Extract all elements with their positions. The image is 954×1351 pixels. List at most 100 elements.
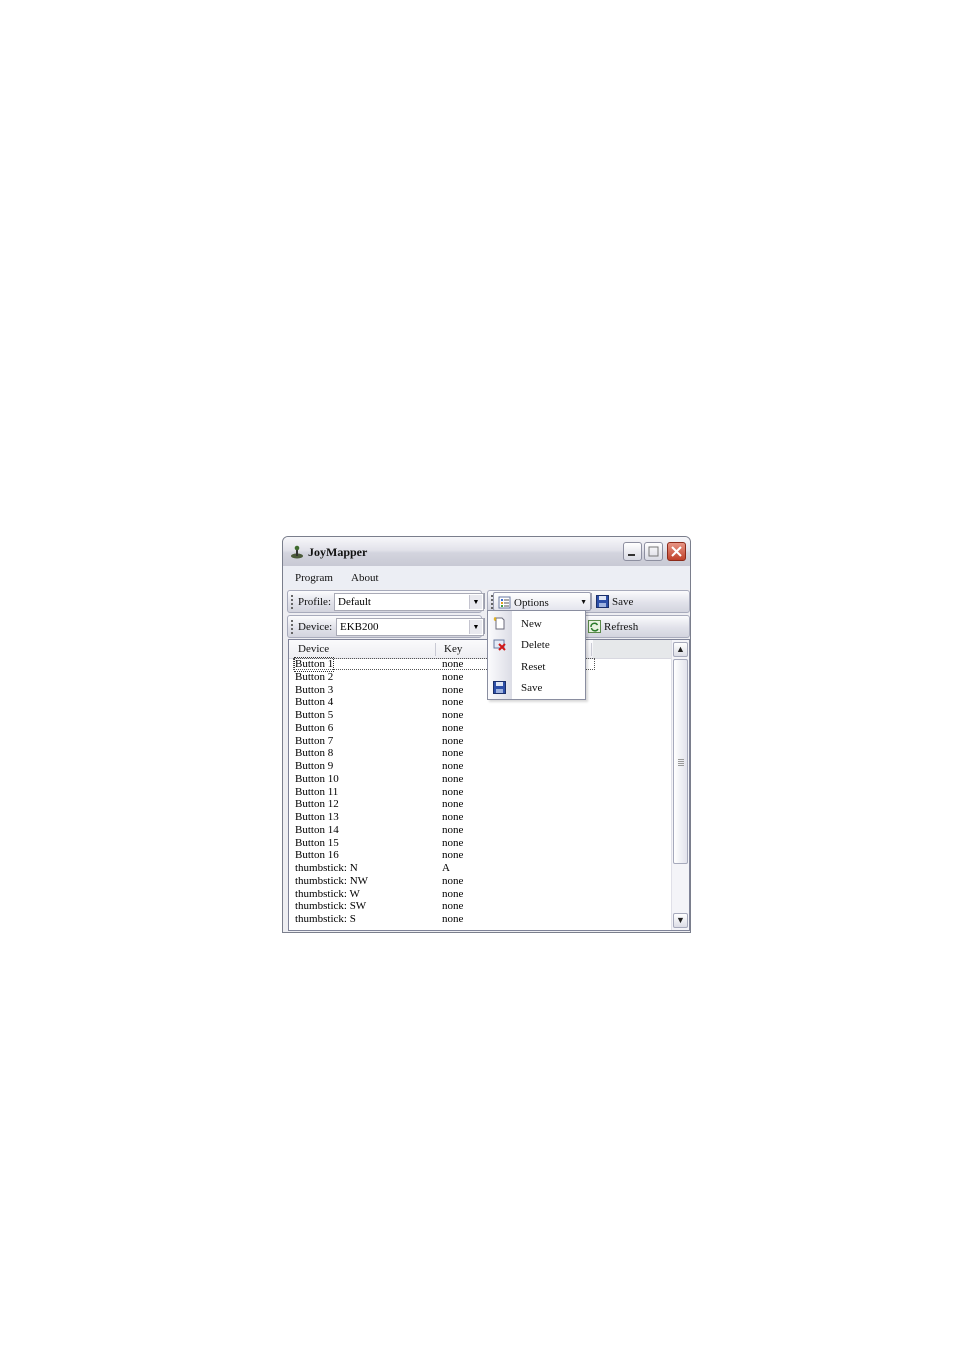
joystick-app-icon [291, 545, 303, 559]
list-item[interactable]: Button 3 none [289, 684, 674, 697]
list-item[interactable]: Button 12 none [289, 798, 674, 811]
list-item[interactable]: Button 5 none [289, 709, 674, 722]
dropdown-arrow-icon[interactable]: ▼ [469, 620, 482, 634]
list-item-device: Button 7 [295, 734, 334, 747]
list-item-device: Button 15 [295, 836, 339, 849]
list-item-key: none [442, 811, 464, 823]
vertical-scrollbar[interactable]: ▲ ▼ [671, 640, 689, 930]
list-item[interactable]: Button 7 none [289, 735, 674, 748]
options-label: Options [514, 597, 549, 609]
list-item[interactable]: Button 13 none [289, 811, 674, 824]
list-item-device: Button 6 [295, 721, 334, 734]
menu-about[interactable]: About [351, 572, 379, 584]
options-menu: New Delete Reset Save [487, 610, 586, 700]
list-item[interactable]: Button 14 none [289, 824, 674, 837]
maximize-button[interactable] [644, 542, 663, 561]
scroll-up-button[interactable]: ▲ [673, 642, 688, 657]
list-item-device: Button 3 [295, 683, 334, 696]
list-item[interactable]: thumbstick: SW none [289, 900, 674, 913]
floppy-disk-icon [596, 595, 609, 608]
options-list-icon [498, 596, 511, 609]
delete-icon [493, 639, 506, 651]
list-item-device: Button 13 [295, 811, 339, 823]
list-item[interactable]: Button 2 none [289, 671, 674, 684]
new-document-icon [493, 617, 505, 630]
list-item[interactable]: Button 8 none [289, 747, 674, 760]
device-combo[interactable]: EKB200 ▼ [336, 618, 484, 636]
list-item-key: none [442, 849, 464, 862]
list-item[interactable]: Button 4 none [289, 696, 674, 709]
list-item[interactable]: Button 10 none [289, 773, 674, 786]
list-item-key: none [442, 734, 464, 747]
refresh-button[interactable]: Refresh [586, 617, 646, 636]
options-menu-label: New [521, 618, 542, 630]
list-item[interactable]: Button 16 none [289, 849, 674, 862]
list-item[interactable]: Button 15 none [289, 837, 674, 850]
list-header-filler [593, 640, 671, 659]
list-item-key: none [442, 913, 464, 925]
list-item[interactable]: Button 6 none [289, 722, 674, 735]
list-item-key: none [442, 785, 464, 798]
minimize-button[interactable] [623, 542, 642, 561]
list-item-key: none [442, 658, 464, 670]
save-button[interactable]: Save [594, 592, 644, 611]
profile-label: Profile: [298, 596, 331, 608]
list-item-device: thumbstick: W [295, 887, 360, 900]
list-item-device: Button 8 [295, 747, 334, 760]
profile-combo[interactable]: Default ▼ [334, 593, 484, 611]
list-item-key: none [442, 721, 464, 734]
list-item-key: none [442, 670, 464, 683]
column-divider[interactable] [435, 643, 436, 656]
chevron-up-icon: ▲ [676, 644, 685, 654]
refresh-label: Refresh [604, 621, 639, 633]
title-bar[interactable]: JoyMapper [283, 537, 690, 567]
options-dropdown-button[interactable]: Options ▼ [493, 592, 591, 611]
scroll-thumb[interactable] [673, 659, 688, 864]
list-item-key: none [442, 887, 464, 900]
list-item-key: none [442, 874, 464, 887]
toolbar-grip[interactable] [291, 620, 293, 634]
list-item[interactable]: Button 11 none [289, 786, 674, 799]
column-header-key[interactable]: Key [444, 643, 462, 655]
list-item-key: none [442, 823, 464, 836]
options-menu-item-save[interactable]: Save [488, 677, 585, 698]
list-item[interactable]: thumbstick: NW none [289, 875, 674, 888]
column-divider[interactable] [591, 643, 592, 656]
list-item-device: Button 4 [295, 696, 334, 709]
list-item-key: none [442, 900, 464, 913]
options-menu-label: Save [521, 682, 543, 694]
list-item-key: A [442, 862, 450, 874]
list-item-key: none [442, 798, 464, 811]
list-item-device: Button 11 [295, 785, 339, 798]
list-item-device: Button 2 [295, 670, 334, 683]
options-menu-item-new[interactable]: New [488, 613, 585, 634]
options-menu-label: Reset [521, 661, 546, 673]
options-menu-item-reset[interactable]: Reset [488, 656, 585, 677]
list-item[interactable]: thumbstick: S none [289, 913, 674, 926]
toolbar-grip[interactable] [291, 595, 293, 609]
list-item-device: Button 16 [295, 849, 339, 862]
list-item[interactable]: thumbstick: N A [289, 862, 674, 875]
options-menu-item-delete[interactable]: Delete [488, 634, 585, 655]
profile-combo-value: Default [338, 596, 371, 608]
list-item[interactable]: Button 1 none [289, 657, 674, 672]
dropdown-arrow-icon[interactable]: ▼ [469, 595, 482, 609]
toolbar-separator [484, 618, 485, 634]
chevron-down-icon: ▼ [676, 915, 685, 925]
toolbar-separator [591, 593, 592, 609]
list-item-key: none [442, 760, 464, 772]
close-button[interactable] [667, 542, 686, 561]
chevron-down-icon: ▼ [580, 598, 587, 606]
list-item-key: none [442, 709, 464, 721]
list-item-device: Button 10 [295, 772, 339, 785]
menu-bar: Program About [283, 566, 690, 589]
list-item[interactable]: Button 9 none [289, 760, 674, 773]
menu-program[interactable]: Program [295, 572, 333, 584]
column-header-device[interactable]: Device [298, 643, 329, 655]
list-item-key: none [442, 836, 464, 849]
close-icon [671, 546, 682, 557]
scroll-down-button[interactable]: ▼ [673, 913, 688, 928]
scroll-grip-icon [678, 759, 684, 766]
list-item[interactable]: thumbstick: W none [289, 888, 674, 901]
window-title: JoyMapper [308, 545, 368, 559]
